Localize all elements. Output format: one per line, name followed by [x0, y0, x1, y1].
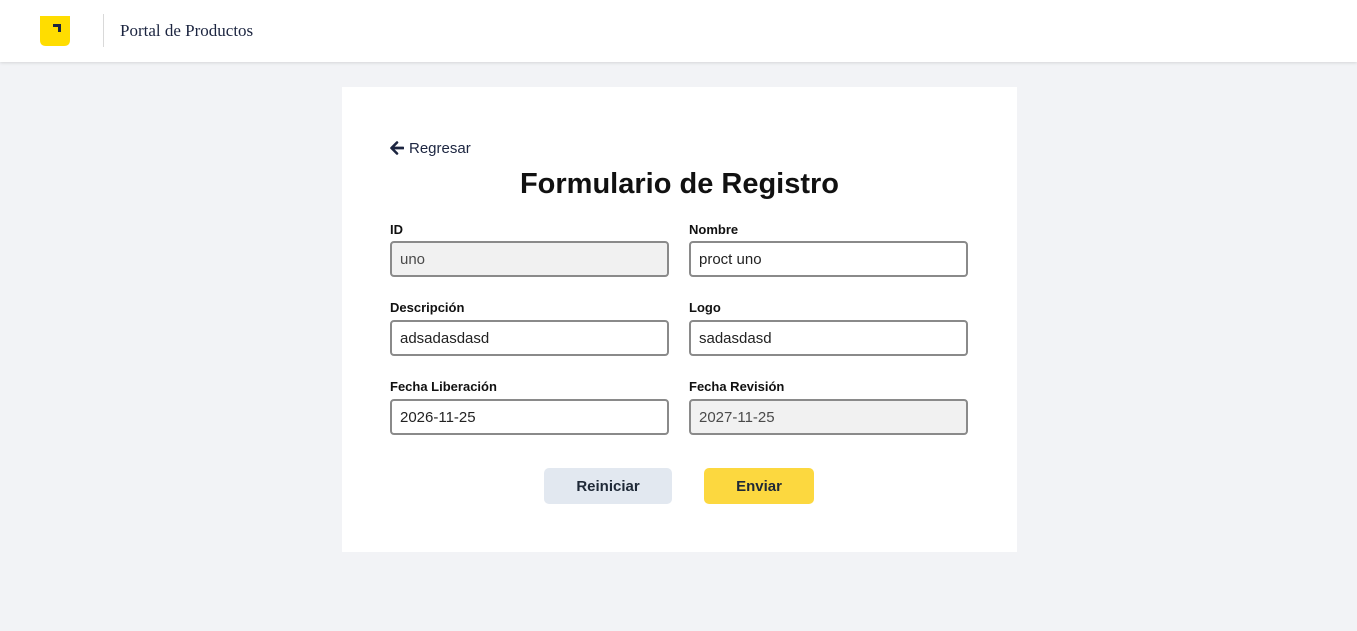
- back-link[interactable]: Regresar: [390, 138, 471, 158]
- fecha-liberacion-field[interactable]: [390, 399, 669, 435]
- fecha-liberacion-label: Fecha Liberación: [390, 379, 497, 394]
- id-field[interactable]: [390, 241, 669, 277]
- id-label: ID: [390, 222, 403, 237]
- header-divider: [103, 14, 104, 47]
- logo-icon[interactable]: [40, 16, 70, 46]
- descripcion-label: Descripción: [390, 300, 465, 315]
- logo-field[interactable]: [689, 320, 968, 356]
- top-bar: Portal de Productos: [0, 0, 1357, 62]
- form-title: Formulario de Registro: [519, 168, 840, 200]
- reset-button[interactable]: Reiniciar: [544, 468, 672, 504]
- logo-label: Logo: [689, 300, 721, 315]
- fecha-revision-field[interactable]: [689, 399, 968, 435]
- submit-button[interactable]: Enviar: [704, 468, 814, 504]
- descripcion-field[interactable]: [390, 320, 669, 356]
- registration-card: Regresar Formulario de Registro ID Nombr…: [342, 87, 1017, 552]
- nombre-label: Nombre: [689, 222, 739, 237]
- nombre-field[interactable]: [689, 241, 968, 277]
- app-title: Portal de Productos: [120, 21, 254, 40]
- fecha-revision-label: Fecha Revisión: [689, 379, 785, 394]
- back-link-label: Regresar: [409, 139, 471, 157]
- arrow-left-icon: [390, 141, 404, 155]
